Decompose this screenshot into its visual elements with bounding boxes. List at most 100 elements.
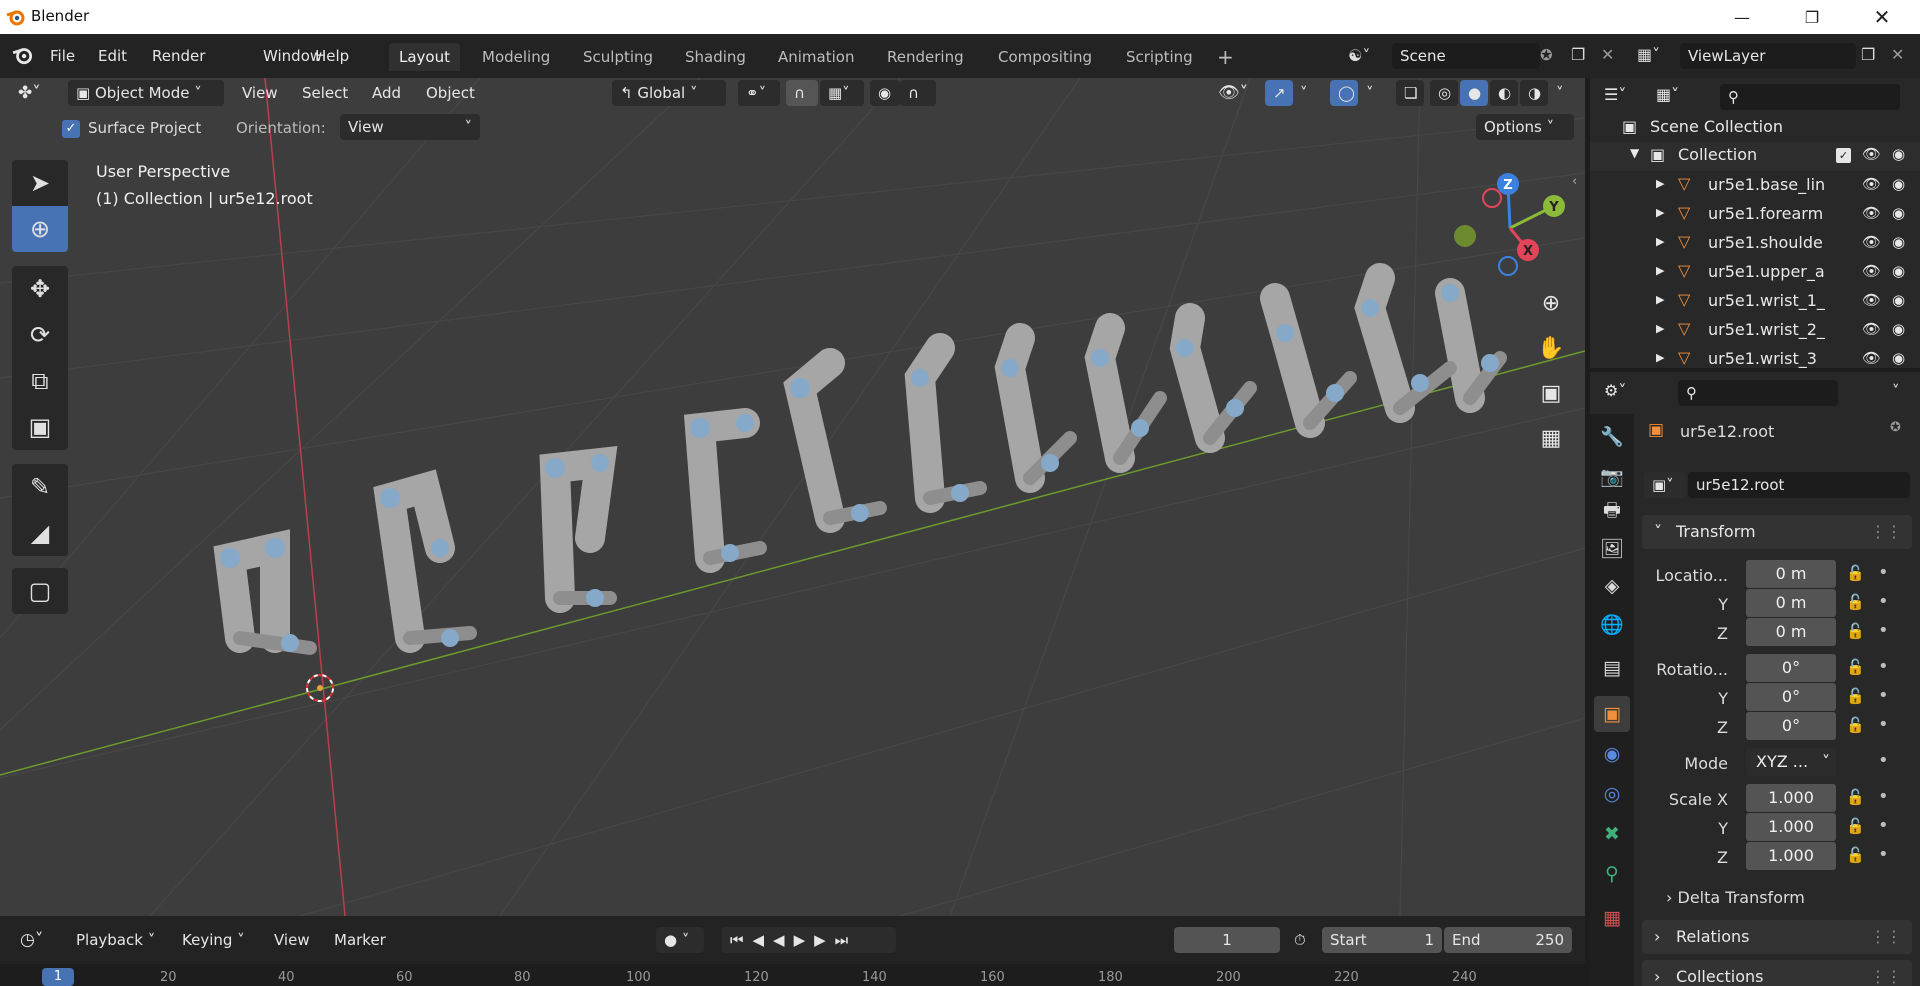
expand-arrow-icon[interactable]: ▶	[1656, 264, 1664, 277]
cursor-tool-icon[interactable]: ⊕	[12, 206, 68, 252]
current-frame-field[interactable]: 1	[1174, 927, 1280, 953]
keyframe-dot-icon[interactable]: •	[1878, 591, 1889, 612]
ortho-grid-icon[interactable]: ▦	[1532, 419, 1570, 457]
sidebar-toggle-icon[interactable]: ‹	[1572, 174, 1577, 189]
tab-shading[interactable]: Shading	[675, 43, 756, 71]
expand-arrow-icon[interactable]: ▶	[1656, 322, 1664, 335]
lock-icon[interactable]: 🔓	[1846, 846, 1865, 864]
proportional-edit-icon[interactable]: ◉	[870, 80, 900, 106]
physics-tab-icon[interactable]: ◎	[1594, 776, 1630, 812]
navigation-gizmo[interactable]: Z Y X	[1452, 170, 1572, 280]
menu-render[interactable]: Render	[142, 44, 215, 68]
camera-icon[interactable]: ◉	[1892, 145, 1905, 163]
start-frame-field[interactable]: Start 1	[1322, 927, 1442, 953]
eye-icon[interactable]: 👁	[1862, 204, 1881, 222]
move-tool-icon[interactable]: ✥	[12, 266, 68, 312]
orientation-dropdown[interactable]: View ˅	[340, 114, 480, 140]
location-z-field[interactable]: 0 m	[1746, 618, 1836, 646]
camera-icon[interactable]: ◉	[1892, 175, 1905, 193]
pivot-point-icon[interactable]: ⚭˅	[738, 80, 780, 106]
timeline-ruler[interactable]: 1 20 40 60 80 100 120 140 160 180 200 22…	[0, 964, 1585, 986]
outliner-item-forearm[interactable]: ▶ ▽ ur5e1.forearm 👁 ◉	[1590, 201, 1920, 230]
pin-icon[interactable]: ✪	[1540, 46, 1553, 64]
close-icon[interactable]: ✕	[1852, 0, 1912, 34]
rotate-tool-icon[interactable]: ⟳	[12, 312, 68, 358]
menu-help[interactable]: Help	[305, 44, 359, 68]
object-name-field[interactable]: ur5e12.root	[1688, 472, 1910, 498]
eye-icon[interactable]: 👁	[1862, 262, 1881, 280]
scene-field[interactable]: Scene	[1392, 43, 1540, 69]
rotation-mode-dropdown[interactable]: XYZ ... ˅	[1746, 748, 1836, 776]
outliner-item-base-link[interactable]: ▶ ▽ ur5e1.base_lin 👁 ◉	[1590, 172, 1920, 201]
transform-orientation-dropdown[interactable]: ↰ Global ˅	[612, 80, 726, 106]
location-x-field[interactable]: 0 m	[1746, 560, 1836, 588]
pan-hand-icon[interactable]: ✋	[1532, 329, 1570, 367]
datablock-type-icon[interactable]: ▣˅	[1644, 472, 1686, 498]
camera-icon[interactable]: ◉	[1892, 262, 1905, 280]
relations-panel-header[interactable]: › Relations ⋮⋮	[1642, 920, 1912, 954]
overlay-toggle-icon[interactable]: ◯	[1330, 80, 1358, 106]
gizmo-toggle-icon[interactable]: ↗	[1265, 80, 1293, 106]
timeline-editor-type-icon[interactable]: ◷˅	[14, 927, 49, 953]
camera-icon[interactable]: ◉	[1892, 320, 1905, 338]
material-shading-icon[interactable]: ◐	[1490, 80, 1518, 106]
lock-icon[interactable]: 🔓	[1846, 687, 1865, 705]
texture-tab-icon[interactable]: ▦	[1594, 900, 1630, 936]
surface-project-checkbox[interactable]: ✓	[62, 120, 80, 138]
keyframe-dot-icon[interactable]: •	[1878, 656, 1889, 677]
keyframe-dot-icon[interactable]: •	[1878, 786, 1889, 807]
annotate-tool-icon[interactable]: ✎	[12, 464, 68, 510]
rotation-y-field[interactable]: 0°	[1746, 683, 1836, 711]
collections-panel-header[interactable]: › Collections ⋮⋮	[1642, 960, 1912, 986]
viewport-menu-view[interactable]: View	[236, 80, 284, 106]
editor-type-icon[interactable]: ✤˅	[12, 80, 47, 106]
eye-icon[interactable]: 👁	[1862, 349, 1881, 367]
lock-icon[interactable]: 🔓	[1846, 817, 1865, 835]
constraints-tab-icon[interactable]: ✖	[1594, 816, 1630, 852]
camera-icon[interactable]: ◉	[1892, 349, 1905, 367]
keying-menu[interactable]: Keying ˅	[176, 927, 251, 953]
lock-icon[interactable]: 🔓	[1846, 564, 1865, 582]
solid-shading-icon[interactable]: ●	[1460, 80, 1488, 106]
keyframe-dot-icon[interactable]: •	[1878, 844, 1889, 865]
expand-arrow-icon[interactable]: ▶	[1656, 206, 1664, 219]
wireframe-shading-icon[interactable]: ◎	[1430, 80, 1458, 106]
lock-icon[interactable]: 🔓	[1846, 716, 1865, 734]
drag-handle-icon[interactable]: ⋮⋮	[1870, 920, 1902, 954]
auto-keying-icon[interactable]: ● ˅	[656, 927, 704, 953]
camera-icon[interactable]: ◉	[1892, 291, 1905, 309]
options-dropdown[interactable]: Options ˅	[1476, 114, 1574, 140]
xray-toggle-icon[interactable]: ❏	[1396, 80, 1424, 106]
data-tab-icon[interactable]: ⚲	[1594, 856, 1630, 892]
expand-arrow-icon[interactable]: ▶	[1656, 293, 1664, 306]
outliner-item-upper-arm[interactable]: ▶ ▽ ur5e1.upper_a 👁 ◉	[1590, 259, 1920, 288]
keyframe-dot-icon[interactable]: •	[1878, 750, 1889, 771]
rendered-shading-icon[interactable]: ◑	[1520, 80, 1548, 106]
collection-row[interactable]: ▼ ▣ Collection ✓ 👁 ◉	[1590, 142, 1920, 171]
timeline-view-menu[interactable]: View	[268, 927, 316, 953]
blender-menu-icon[interactable]	[12, 45, 34, 69]
select-tool-icon[interactable]: ➤	[12, 160, 68, 206]
pin-icon[interactable]: ✪	[1890, 420, 1901, 435]
new-view-layer-icon[interactable]: ❐	[1861, 45, 1875, 64]
eye-icon[interactable]: 👁	[1862, 233, 1881, 251]
tab-animation[interactable]: Animation	[768, 43, 864, 71]
object-tab-icon[interactable]: ▣	[1594, 696, 1630, 732]
collection-tab-icon[interactable]: ▤	[1594, 650, 1630, 686]
shading-dropdown-icon[interactable]: ˅	[1550, 80, 1570, 106]
exclude-checkbox[interactable]: ✓	[1836, 148, 1851, 163]
expand-arrow-icon[interactable]: ▼	[1630, 146, 1639, 160]
eye-icon[interactable]: 👁	[1862, 291, 1881, 309]
gizmo-dropdown-icon[interactable]: ˅	[1294, 80, 1314, 106]
expand-arrow-icon[interactable]: ▶	[1656, 235, 1664, 248]
tab-rendering[interactable]: Rendering	[877, 43, 974, 71]
view-layer-tab-icon[interactable]: 🖼	[1594, 530, 1630, 566]
add-cube-tool-icon[interactable]: ▢	[12, 568, 68, 614]
tab-modeling[interactable]: Modeling	[472, 43, 560, 71]
tool-tab-icon[interactable]: 🔧	[1594, 418, 1630, 454]
transform-tool-icon[interactable]: ▣	[12, 404, 68, 450]
scene-tab-icon[interactable]: ◈	[1594, 568, 1630, 604]
keyframe-dot-icon[interactable]: •	[1878, 714, 1889, 735]
transform-panel-header[interactable]: ˅ Transform ⋮⋮	[1642, 515, 1912, 549]
location-y-field[interactable]: 0 m	[1746, 589, 1836, 617]
